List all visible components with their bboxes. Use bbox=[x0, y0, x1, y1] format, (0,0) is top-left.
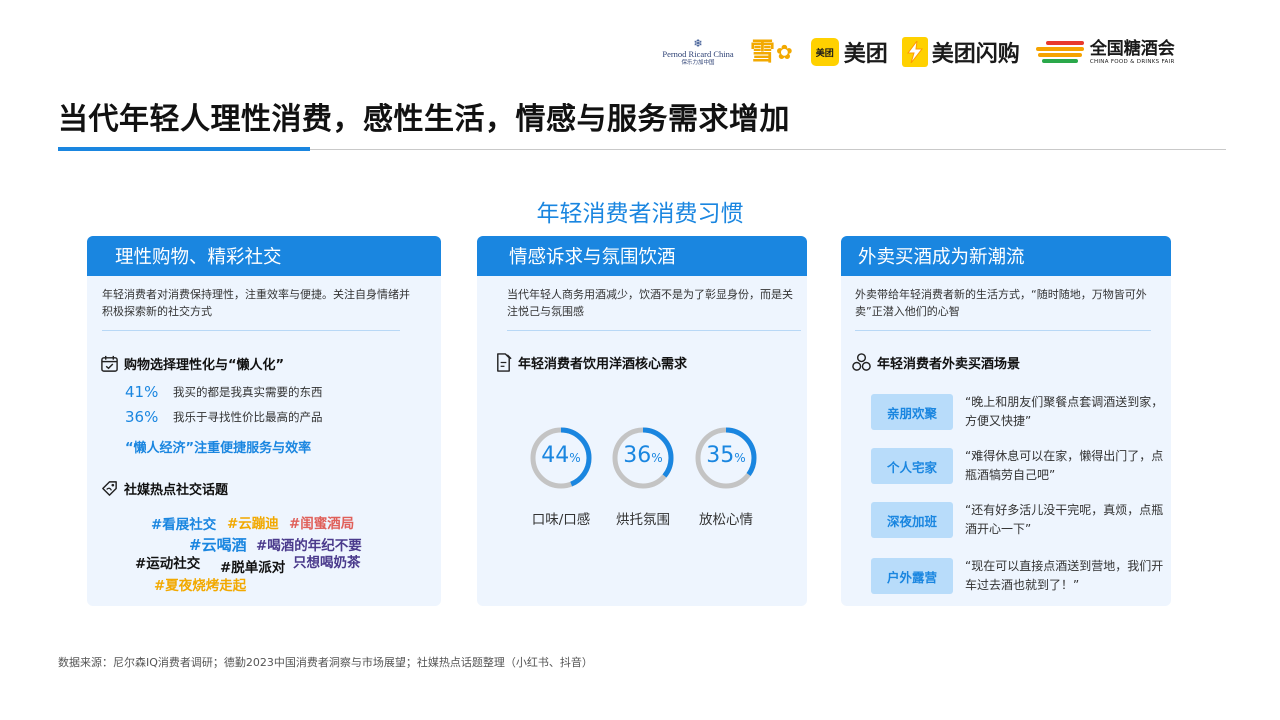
meituan-logo: 美团 美团 bbox=[810, 36, 888, 68]
subheading-text: 购物选择理性化与“懒人化” bbox=[124, 358, 285, 373]
hashtag: #闺蜜酒局 bbox=[289, 516, 355, 532]
hashtag: #脱单派对 bbox=[220, 560, 286, 576]
fair-en-text: CHINA FOOD & DRINKS FAIR bbox=[1089, 58, 1175, 65]
core-needs-subheading: 年轻消费者饮用洋酒核心需求 bbox=[494, 352, 687, 373]
subheading-text: 年轻消费者外卖买酒场景 bbox=[877, 357, 1021, 372]
section-title: 年轻消费者消费习惯 bbox=[536, 201, 744, 227]
hashtag: #运动社交 bbox=[135, 556, 201, 572]
snow-brand-text: 雪 bbox=[750, 37, 775, 66]
stat-row: 36% 我乐于寻找性价比最高的产品 bbox=[125, 408, 323, 426]
card-description: 外卖带给年轻消费者新的生活方式，“随时随地，万物皆可外卖”正潜入他们的心智 bbox=[855, 288, 1147, 318]
pernod-en-text: Pernod Ricard China bbox=[662, 48, 734, 59]
fair-cn-text: 全国糖酒会 bbox=[1089, 38, 1175, 59]
hashtag: #云蹦迪 bbox=[227, 516, 279, 532]
snowflake-icon: ❄ bbox=[693, 36, 703, 50]
page-title: 当代年轻人理性消费，感性生活，情感与服务需求增加 bbox=[58, 102, 790, 137]
scenario-quote: “晚上和朋友们聚餐点套调酒送到家，方便又快捷” bbox=[965, 395, 1164, 428]
scenario-quote: “还有好多活儿没干完呢，真烦，点瓶酒开心一下” bbox=[965, 503, 1164, 536]
scenarios-subheading: 年轻消费者外卖买酒场景 bbox=[851, 352, 1020, 373]
subheading-text: 年轻消费者饮用洋酒核心需求 bbox=[518, 357, 688, 372]
snow-brand-logo: 雪 ✿ bbox=[750, 38, 793, 66]
card-separator bbox=[855, 330, 1151, 331]
ring-chart: 35% bbox=[694, 426, 758, 494]
meituan-text: 美团 bbox=[843, 42, 888, 67]
meituan-badge: 美团 bbox=[810, 38, 839, 66]
scenario-badge: 深夜加班 bbox=[871, 502, 953, 538]
data-source-note: 数据来源：尼尔森IQ消费者调研；德勤2023中国消费者洞察与市场展望；社媒热点话… bbox=[58, 656, 593, 669]
partner-logos: ❄ Pernod Ricard China 保乐力加中国 雪 ✿ 美团 美团 美… bbox=[656, 34, 1175, 70]
ring-chart: 36% bbox=[611, 426, 675, 494]
stat-text: 我买的都是我真实需要的东西 bbox=[173, 385, 323, 399]
card-header: 外卖买酒成为新潮流 bbox=[841, 236, 1171, 276]
card-description: 当代年轻人商务用酒减少，饮酒不是为了彰显身份，而是关注悦己与氛围感 bbox=[507, 288, 793, 318]
ring-value: 35% bbox=[706, 443, 746, 468]
pernod-ricard-logo: ❄ Pernod Ricard China 保乐力加中国 bbox=[656, 38, 740, 67]
scenario-item: 个人宅家 “难得休息可以在家，懒得出门了，点瓶酒犒劳自己吧” bbox=[871, 447, 1171, 485]
title-accent-bar bbox=[58, 147, 310, 151]
stat-percent: 36% bbox=[125, 408, 159, 426]
meituan-shangou-logo: 美团闪购 bbox=[901, 36, 1020, 68]
stat-percent: 41% bbox=[125, 383, 159, 401]
card-separator bbox=[507, 330, 801, 331]
ring-label: 烘托氛围 bbox=[616, 512, 670, 528]
lazy-economy-note: “懒人经济”注重便捷服务与效率 bbox=[125, 441, 312, 456]
card-separator bbox=[102, 330, 400, 331]
scenario-item: 亲朋欢聚 “晚上和朋友们聚餐点套调酒送到家，方便又快捷” bbox=[871, 393, 1171, 431]
edit-note-icon bbox=[497, 353, 512, 372]
hashtag: #夏夜烧烤走起 bbox=[154, 578, 247, 594]
scenario-badge: 户外露营 bbox=[871, 558, 953, 594]
card-emotional-drinking: 情感诉求与氛围饮酒 当代年轻人商务用酒减少，饮酒不是为了彰显身份，而是关注悦己与… bbox=[477, 236, 807, 606]
ring-value: 44% bbox=[541, 443, 581, 468]
card-header: 情感诉求与氛围饮酒 bbox=[477, 236, 807, 276]
fair-stripes-icon bbox=[1034, 39, 1084, 65]
scenario-item: 深夜加班 “还有好多活儿没干完呢，真烦，点瓶酒开心一下” bbox=[871, 501, 1171, 539]
ring-label: 放松心情 bbox=[699, 512, 753, 528]
snowflake-icon: ✿ bbox=[776, 40, 793, 64]
shopping-subheading: 购物选择理性化与“懒人化” bbox=[100, 354, 284, 373]
hashtag: #看展社交 bbox=[151, 517, 217, 533]
scenario-item: 户外露营 “现在可以直接点酒送到营地，我们开车过去酒也就到了！” bbox=[871, 557, 1171, 595]
lightning-icon bbox=[901, 37, 928, 67]
social-topics-subheading: 社媒热点社交话题 bbox=[100, 479, 228, 498]
subheading-text: 社媒热点社交话题 bbox=[124, 483, 229, 498]
pernod-cn-text: 保乐力加中国 bbox=[681, 59, 715, 66]
food-drinks-fair-logo: 全国糖酒会 CHINA FOOD & DRINKS FAIR bbox=[1034, 39, 1175, 66]
stat-text: 我乐于寻找性价比最高的产品 bbox=[173, 410, 323, 424]
scenario-quote: “现在可以直接点酒送到营地，我们开车过去酒也就到了！” bbox=[965, 559, 1164, 592]
ring-chart: 44% bbox=[529, 426, 593, 494]
ring-label: 口味/口感 bbox=[531, 512, 591, 528]
card-rational-shopping: 理性购物、精彩社交 年轻消费者对消费保持理性，注重效率与便捷。关注自身情绪并积极… bbox=[87, 236, 441, 606]
group-icon bbox=[852, 353, 871, 371]
tag-icon bbox=[102, 481, 117, 496]
scenario-badge: 亲朋欢聚 bbox=[871, 394, 953, 430]
ring-value: 36% bbox=[623, 443, 663, 468]
card-header: 理性购物、精彩社交 bbox=[87, 236, 441, 276]
scenario-badge: 个人宅家 bbox=[871, 448, 953, 484]
stat-row: 41% 我买的都是我真实需要的东西 bbox=[125, 383, 323, 401]
calendar-check-icon bbox=[101, 355, 118, 372]
shangou-text: 美团闪购 bbox=[931, 42, 1020, 67]
card-delivery-trend: 外卖买酒成为新潮流 外卖带给年轻消费者新的生活方式，“随时随地，万物皆可外卖”正… bbox=[841, 236, 1171, 606]
card-description: 年轻消费者对消费保持理性，注重效率与便捷。关注自身情绪并积极探索新的社交方式 bbox=[102, 288, 410, 318]
scenario-quote: “难得休息可以在家，懒得出门了，点瓶酒犒劳自己吧” bbox=[965, 449, 1164, 482]
hashtag: 只想喝奶茶 bbox=[293, 555, 361, 571]
